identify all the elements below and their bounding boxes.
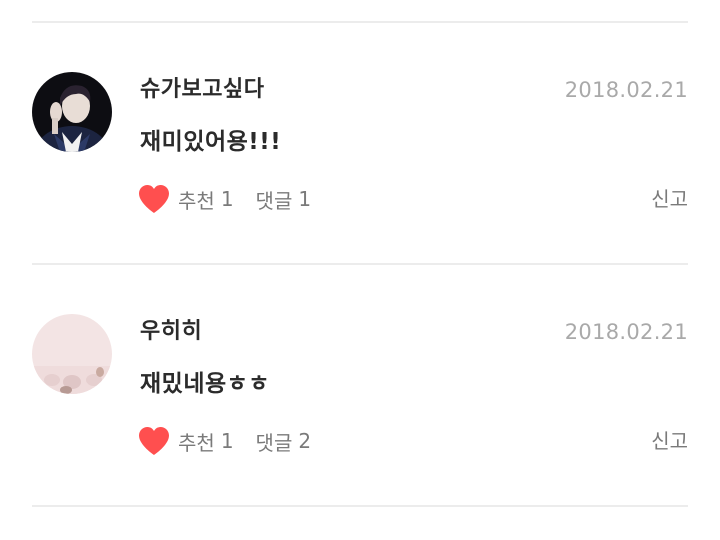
reply-label: 댓글 — [255, 430, 293, 455]
report-button[interactable]: 신고 — [651, 425, 688, 457]
comment-list: 슈가보고싶다 2018.02.21 재미있어용!!! 추천 1 댓글 1 신고 — [0, 0, 720, 540]
heart-icon — [139, 185, 169, 213]
reply-button[interactable]: 댓글 1 — [256, 185, 312, 214]
like-button[interactable]: 추천 1 — [138, 426, 256, 456]
comment-item: 우히히 2018.02.21 재밌네용ㅎㅎ 추천 1 댓글 2 신고 — [0, 265, 720, 505]
comment-text: 재밌네용ㅎㅎ — [140, 371, 270, 397]
comment-item: 슈가보고싶다 2018.02.21 재미있어용!!! 추천 1 댓글 1 신고 — [0, 23, 720, 263]
reply-button[interactable]: 댓글 2 — [256, 427, 312, 456]
report-button[interactable]: 신고 — [651, 183, 688, 215]
like-label: 추천 — [178, 188, 215, 213]
reply-count: 2 — [298, 429, 312, 453]
avatar-image — [32, 72, 112, 152]
heart-icon — [139, 427, 169, 455]
avatar[interactable] — [32, 72, 112, 152]
like-button[interactable]: 추천 1 — [138, 184, 256, 214]
reply-label: 댓글 — [255, 188, 293, 213]
username[interactable]: 슈가보고싶다 — [140, 75, 264, 105]
like-label: 추천 — [178, 430, 215, 455]
comment-date: 2018.02.21 — [564, 320, 688, 344]
divider — [32, 505, 688, 507]
comment-actions: 추천 1 댓글 2 — [138, 425, 311, 457]
like-count: 1 — [220, 429, 234, 453]
comment-actions: 추천 1 댓글 1 — [138, 183, 311, 215]
comment-text: 재미있어용!!! — [140, 129, 282, 155]
reply-count: 1 — [298, 187, 312, 211]
like-count: 1 — [220, 187, 234, 211]
comment-date: 2018.02.21 — [564, 78, 688, 102]
username[interactable]: 우히히 — [140, 317, 202, 347]
avatar[interactable] — [32, 314, 112, 394]
avatar-image — [32, 314, 112, 394]
